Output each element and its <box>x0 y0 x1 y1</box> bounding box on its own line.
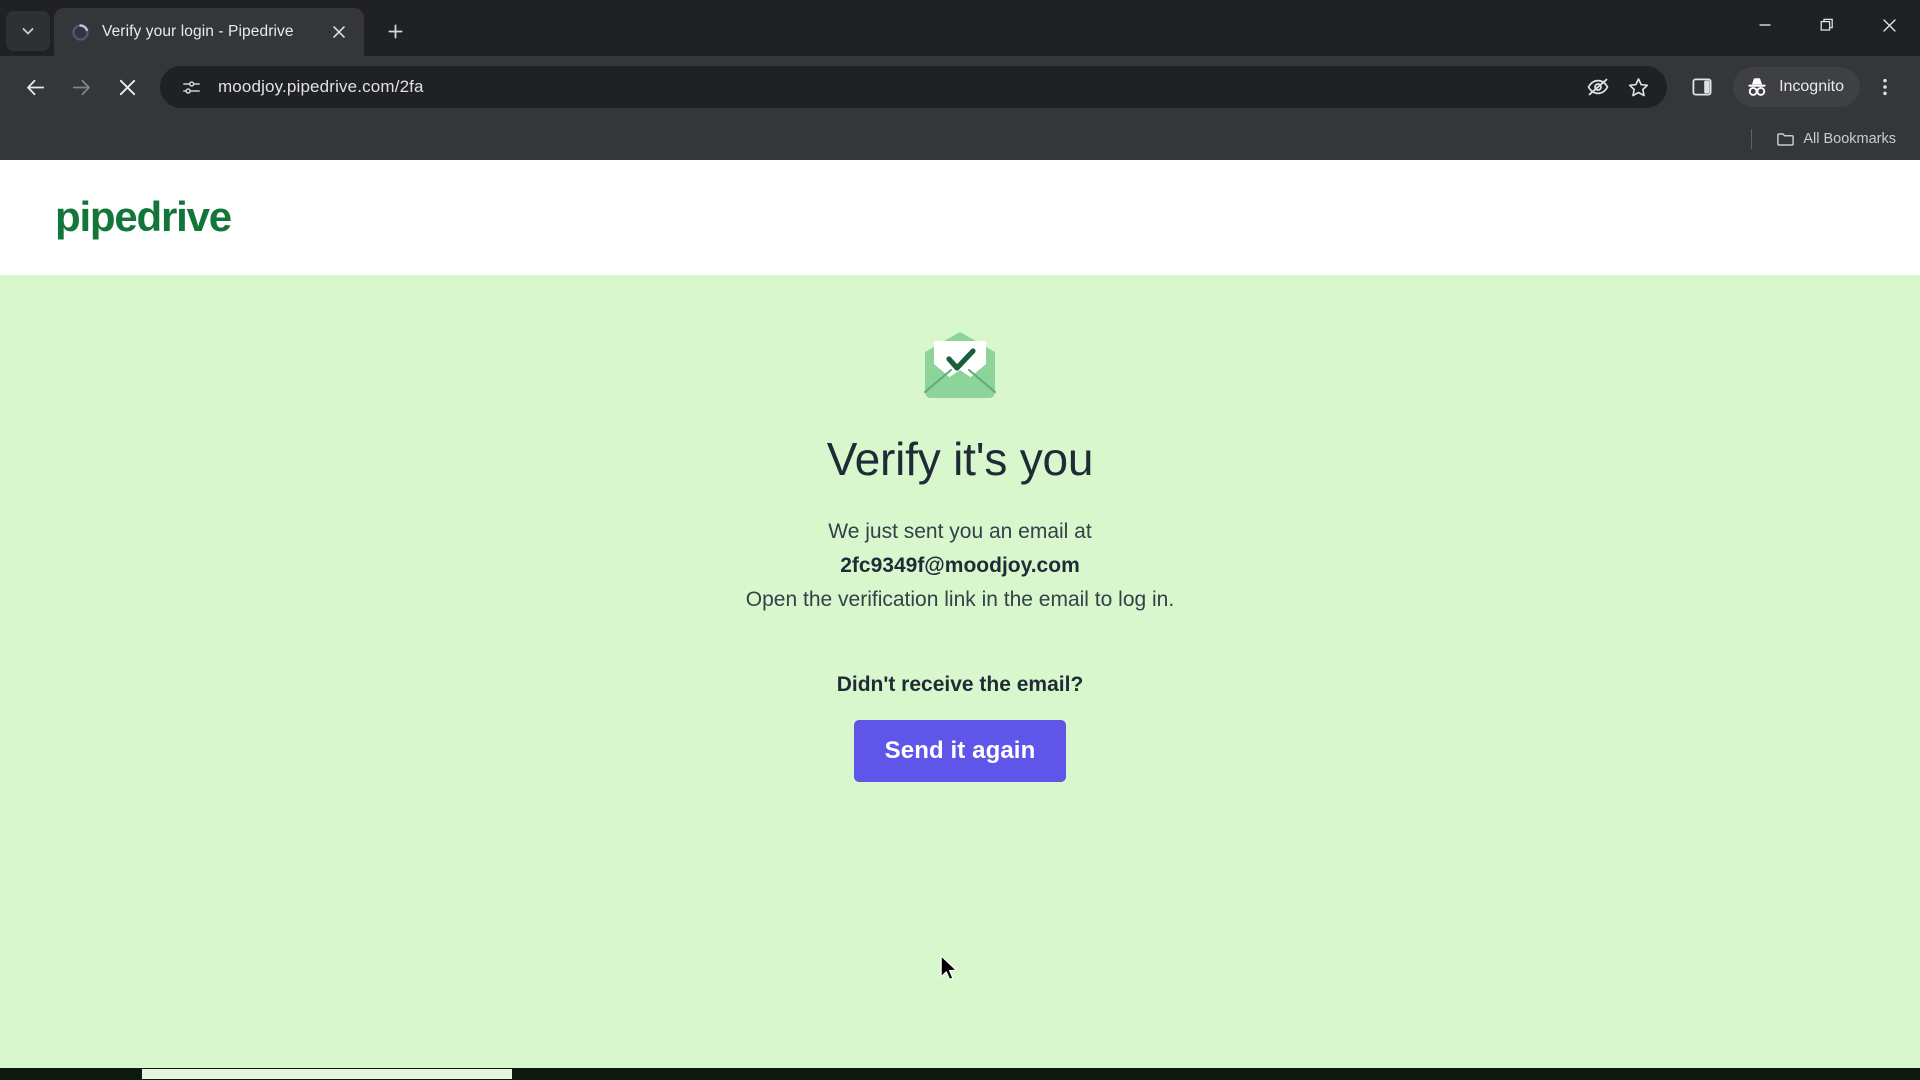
site-settings-icon[interactable] <box>176 72 206 102</box>
tab-search-button[interactable] <box>6 11 50 51</box>
url-text: moodjoy.pipedrive.com/2fa <box>218 77 424 96</box>
close-window-icon <box>1882 18 1896 32</box>
page-viewport: pipedrive Verify it's you We just sent y… <box>0 160 1920 1080</box>
side-panel-icon <box>1692 78 1712 96</box>
horizontal-scrollbar-thumb[interactable] <box>142 1069 512 1079</box>
all-bookmarks-label: All Bookmarks <box>1803 131 1896 147</box>
side-panel-button[interactable] <box>1681 66 1723 108</box>
pipedrive-logo[interactable]: pipedrive <box>55 196 232 238</box>
minimize-icon <box>1759 24 1771 26</box>
folder-icon <box>1777 132 1795 146</box>
star-icon[interactable] <box>1621 70 1655 104</box>
eye-off-icon[interactable] <box>1581 70 1615 104</box>
recipient-email: 2fc9349f@moodjoy.com <box>840 553 1080 577</box>
close-window-button[interactable] <box>1858 0 1920 50</box>
new-tab-button[interactable] <box>376 12 414 50</box>
envelope-check-icon <box>921 330 999 400</box>
resend-prompt: Didn't receive the email? <box>836 672 1084 696</box>
incognito-label: Incognito <box>1779 78 1844 95</box>
send-it-again-button[interactable]: Send it again <box>853 719 1067 782</box>
stop-loading-icon <box>119 79 135 95</box>
stop-loading-button[interactable] <box>106 66 148 108</box>
bookmarks-bar: All Bookmarks <box>0 118 1920 160</box>
bookmarks-separator <box>1751 129 1753 149</box>
site-header: pipedrive <box>0 160 1920 275</box>
restore-window-icon <box>1820 18 1833 31</box>
minimize-button[interactable] <box>1734 0 1796 50</box>
browser-menu-button[interactable] <box>1864 66 1906 108</box>
tab-strip: Verify your login - Pipedrive <box>0 0 1920 56</box>
window-controls <box>1734 0 1920 50</box>
page-title: Verify it's you <box>826 433 1094 485</box>
maximize-button[interactable] <box>1796 0 1858 50</box>
close-icon[interactable] <box>326 19 352 45</box>
loading-spinner-icon <box>70 22 90 42</box>
incognito-profile-button[interactable]: Incognito <box>1733 67 1860 107</box>
back-button[interactable] <box>14 66 56 108</box>
all-bookmarks-button[interactable]: All Bookmarks <box>1768 125 1904 154</box>
chevron-down-icon <box>22 28 34 35</box>
incognito-icon <box>1748 78 1766 96</box>
browser-tab[interactable]: Verify your login - Pipedrive <box>54 8 364 56</box>
arrow-left-icon <box>26 79 44 95</box>
address-bar[interactable]: moodjoy.pipedrive.com/2fa <box>160 66 1668 108</box>
browser-toolbar: moodjoy.pipedrive.com/2fa Incognito <box>0 56 1920 118</box>
instruction-text: Open the verification link in the email … <box>745 587 1175 611</box>
browser-window: Verify your login - Pipedrive moodjoy.pi… <box>0 0 1920 1080</box>
plus-icon <box>387 23 403 39</box>
verification-panel: Verify it's you We just sent you an emai… <box>0 275 1920 1068</box>
three-dot-menu-icon <box>1883 78 1887 96</box>
forward-button <box>60 66 102 108</box>
omnibox-actions <box>1581 70 1655 104</box>
sent-email-text: We just sent you an email at <box>828 519 1092 543</box>
tab-title: Verify your login - Pipedrive <box>102 23 294 40</box>
arrow-right-icon <box>72 79 90 95</box>
horizontal-scrollbar[interactable] <box>0 1068 1920 1080</box>
